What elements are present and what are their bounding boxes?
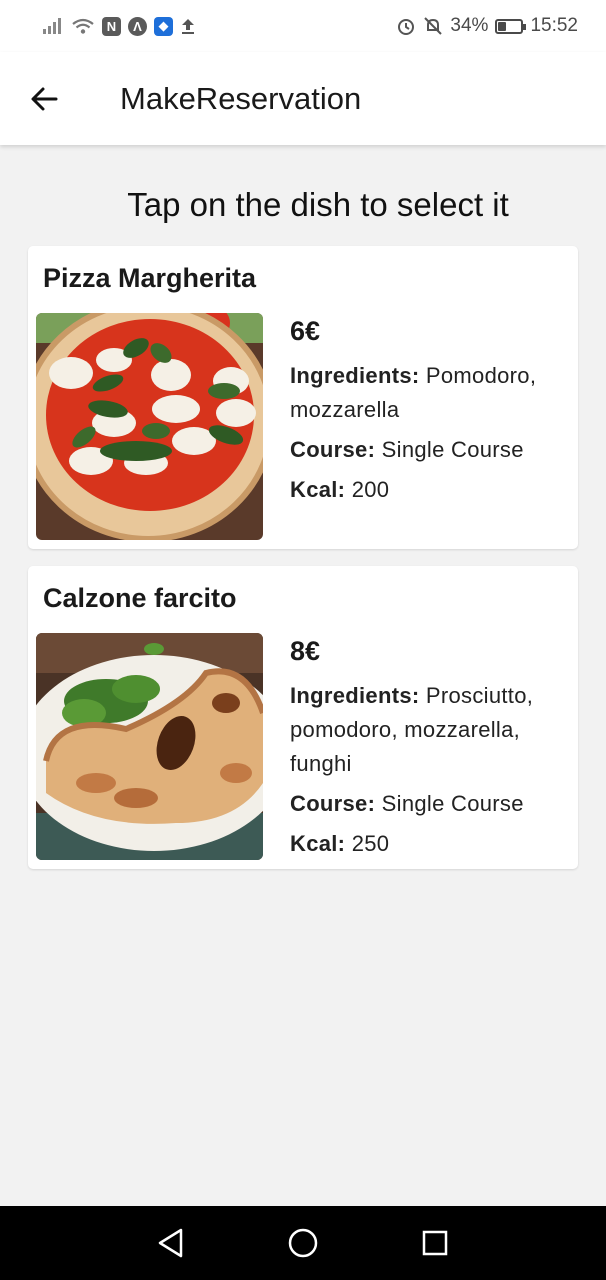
dish-image-pizza [36,313,263,540]
dish-ingredients: Ingredients: Prosciutto, pomodoro, mozza… [290,679,570,781]
course-value: Single Course [381,791,524,816]
nav-recents-icon [422,1230,448,1256]
wifi-icon [71,17,95,35]
status-icons-left: N Λ ◆ [42,16,196,36]
dish-price: 8€ [290,636,321,666]
app-bar: MakeReservation [0,52,606,145]
back-button[interactable] [22,77,66,121]
nav-home-icon [288,1228,318,1258]
dish-card-calzone-farcito[interactable]: Calzone farcito 8€ Ingredients: Prosciut… [28,566,578,869]
battery-percent: 34% [450,15,489,36]
kcal-label: Kcal: [290,477,346,502]
upload-icon [180,17,196,35]
back-arrow-icon [31,87,58,110]
dish-ingredients: Ingredients: Pomodoro, mozzarella [290,359,570,427]
signal-icon [42,17,64,35]
dish-name: Pizza Margherita [43,263,257,293]
nav-home-button[interactable] [281,1221,325,1265]
nav-back-button[interactable] [149,1221,193,1265]
system-nav-bar [0,1206,606,1280]
kcal-value: 250 [351,831,390,856]
nav-back-icon [158,1228,183,1258]
app-icon: Λ [128,16,147,36]
alarm-icon [396,16,416,36]
dish-name: Calzone farcito [43,583,237,613]
mute-icon [423,16,443,36]
dish-card-pizza-margherita[interactable]: Pizza Margherita 6€ Ingredients: Pomodor… [28,246,578,549]
course-label: Course: [290,791,376,816]
instruction-text: Tap on the dish to select it [127,186,509,223]
nfc-icon: N [102,16,121,36]
dish-info: 6€ Ingredients: Pomodoro, mozzarella Cou… [290,316,570,513]
kcal-label: Kcal: [290,831,346,856]
dish-info: 8€ Ingredients: Prosciutto, pomodoro, mo… [290,636,570,867]
course-value: Single Course [381,437,524,462]
dish-kcal: Kcal: 200 [290,473,570,507]
page-title: MakeReservation [120,80,362,116]
nav-recents-button[interactable] [413,1221,457,1265]
dish-image-calzone [36,633,263,860]
course-label: Course: [290,437,376,462]
ingredients-label: Ingredients: [290,363,420,388]
dish-course: Course: Single Course [290,433,570,467]
battery-icon [495,18,527,34]
shield-icon: ◆ [154,16,173,36]
status-bar: N Λ ◆ 34% 15:52 [0,0,606,52]
kcal-value: 200 [351,477,390,502]
status-time: 15:52 [530,15,578,36]
status-icons-right: 34% 15:52 [396,15,578,37]
dish-course: Course: Single Course [290,787,570,821]
dish-kcal: Kcal: 250 [290,827,570,861]
ingredients-label: Ingredients: [290,683,420,708]
dish-price: 6€ [290,316,321,346]
